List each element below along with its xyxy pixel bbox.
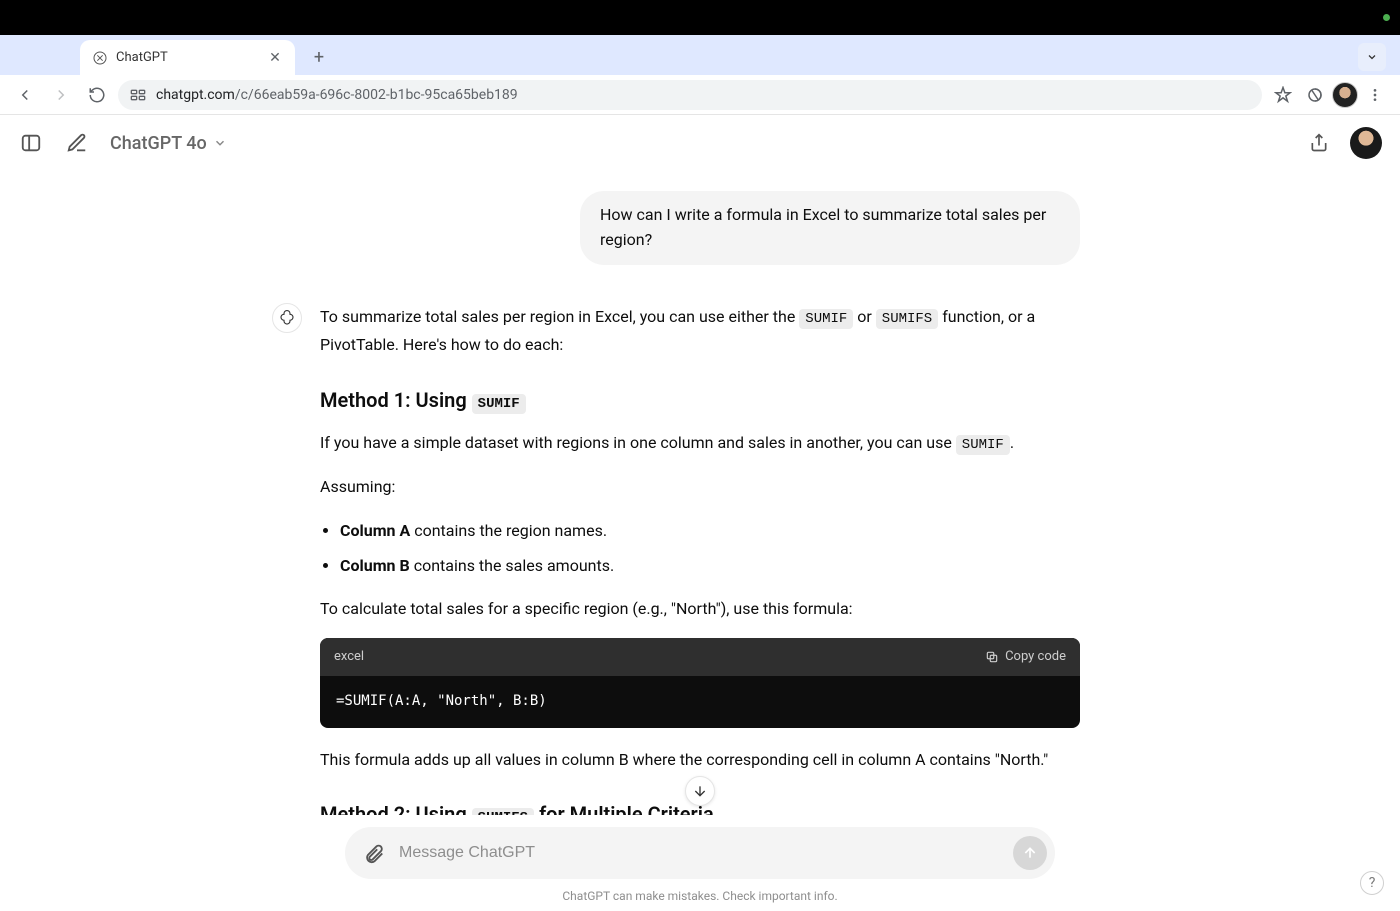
extension-icon[interactable] — [1300, 80, 1330, 110]
assistant-message: To summarize total sales per region in E… — [320, 303, 1080, 815]
assistant-avatar-icon — [272, 303, 302, 333]
model-name: ChatGPT 4o — [110, 133, 207, 154]
method1-heading: Method 1: Using SUMIF — [320, 383, 1080, 417]
arrow-up-icon — [1022, 845, 1038, 861]
help-button[interactable]: ? — [1360, 871, 1384, 895]
toggle-sidebar-icon[interactable] — [18, 130, 44, 156]
code-inline: SUMIFS — [876, 309, 938, 329]
share-icon[interactable] — [1306, 130, 1332, 156]
list-item: Column B contains the sales amounts. — [340, 552, 1080, 579]
address-input[interactable]: chatgpt.com/c/66eab59a-696c-8002-b1bc-95… — [118, 80, 1262, 110]
calc-text: To calculate total sales for a specific … — [320, 595, 1080, 622]
site-info-icon[interactable] — [130, 89, 146, 101]
scroll-down-button[interactable] — [685, 776, 715, 806]
close-tab-icon[interactable]: ✕ — [267, 50, 283, 66]
code-language: excel — [334, 646, 364, 668]
profile-avatar-icon[interactable] — [1332, 82, 1358, 108]
model-selector[interactable]: ChatGPT 4o — [110, 133, 227, 154]
disclaimer-text: ChatGPT can make mistakes. Check importa… — [0, 889, 1400, 903]
message-input[interactable] — [399, 844, 1001, 862]
browser-address-bar: chatgpt.com/c/66eab59a-696c-8002-b1bc-95… — [0, 75, 1400, 115]
new-chat-icon[interactable] — [64, 130, 90, 156]
forward-button[interactable] — [46, 80, 76, 110]
chatgpt-header: ChatGPT 4o — [0, 115, 1400, 171]
input-area: ChatGPT can make mistakes. Check importa… — [0, 827, 1400, 911]
browser-menu-icon[interactable] — [1360, 80, 1390, 110]
browser-tab[interactable]: ChatGPT ✕ — [80, 40, 295, 75]
assuming-label: Assuming: — [320, 473, 1080, 500]
conversation-area: How can I write a formula in Excel to su… — [0, 171, 1400, 815]
new-tab-button[interactable]: + — [305, 43, 333, 71]
method1-paragraph: If you have a simple dataset with region… — [320, 429, 1080, 458]
chevron-down-icon — [213, 136, 227, 150]
status-dot — [1383, 14, 1390, 21]
tabs-dropdown-button[interactable] — [1358, 43, 1386, 71]
after-code-text: This formula adds up all values in colum… — [320, 746, 1080, 773]
code-block: excel Copy code =SUMIF(A:A, "North", B:B… — [320, 638, 1080, 728]
attach-file-icon[interactable] — [361, 840, 387, 866]
tab-title: ChatGPT — [116, 50, 168, 65]
send-button[interactable] — [1013, 836, 1047, 870]
user-message: How can I write a formula in Excel to su… — [580, 191, 1080, 265]
browser-tab-strip: ChatGPT ✕ + — [0, 35, 1400, 75]
os-top-bar — [0, 0, 1400, 35]
assumptions-list: Column A contains the region names. Colu… — [340, 517, 1080, 579]
copy-icon — [985, 650, 999, 664]
user-avatar-icon[interactable] — [1350, 127, 1382, 159]
list-item: Column A contains the region names. — [340, 517, 1080, 544]
chatgpt-favicon-icon — [92, 50, 108, 66]
url-text: chatgpt.com/c/66eab59a-696c-8002-b1bc-95… — [156, 87, 518, 103]
reload-button[interactable] — [82, 80, 112, 110]
arrow-down-icon — [692, 783, 708, 799]
message-input-bar[interactable] — [345, 827, 1055, 879]
copy-code-button[interactable]: Copy code — [985, 646, 1066, 668]
assistant-intro: To summarize total sales per region in E… — [320, 303, 1080, 359]
code-content[interactable]: =SUMIF(A:A, "North", B:B) — [320, 676, 1080, 728]
back-button[interactable] — [10, 80, 40, 110]
code-inline: SUMIF — [799, 309, 853, 329]
bookmark-icon[interactable] — [1268, 80, 1298, 110]
